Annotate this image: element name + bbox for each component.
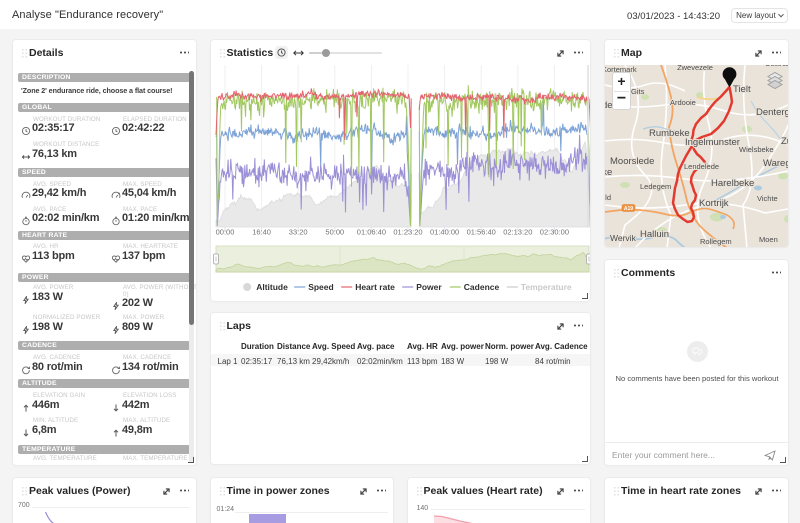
svg-text:02:13:20: 02:13:20 — [503, 228, 532, 237]
svg-text:Gits: Gits — [631, 87, 645, 96]
svg-text:Kortrijk: Kortrijk — [699, 198, 729, 209]
svg-text:Rumbeke: Rumbeke — [649, 128, 690, 139]
svg-text:eke: eke — [605, 167, 612, 178]
svg-text:Power: Power — [416, 282, 442, 292]
svg-text:Ingelmunster: Ingelmunster — [685, 137, 740, 148]
svg-text:A19: A19 — [624, 206, 633, 212]
svg-text:Wielsbeke: Wielsbeke — [739, 145, 774, 154]
svg-text:Halluin: Halluin — [640, 229, 669, 240]
svg-text:Altitude: Altitude — [256, 282, 288, 292]
svg-text:Oostrozebe: Oostrozebe — [765, 65, 788, 68]
svg-text:Temperature: Temperature — [520, 282, 571, 292]
svg-text:50:00: 50:00 — [325, 228, 344, 237]
svg-text:Ardooie: Ardooie — [670, 98, 696, 107]
svg-text:Zwevezele: Zwevezele — [677, 65, 713, 72]
svg-text:00:00: 00:00 — [215, 228, 234, 237]
svg-text:01:40:00: 01:40:00 — [429, 228, 458, 237]
svg-text:Zulte: Zulte — [781, 136, 788, 147]
svg-text:01:06:40: 01:06:40 — [356, 228, 385, 237]
svg-text:Dentergem: Dentergem — [756, 107, 788, 118]
svg-text:Heart rate: Heart rate — [355, 282, 395, 292]
svg-text:Wervik: Wervik — [610, 233, 637, 243]
svg-text:Harelbeke: Harelbeke — [711, 178, 754, 189]
svg-text:16:40: 16:40 — [252, 228, 271, 237]
svg-text:eld: eld — [605, 193, 611, 202]
svg-text:Speed: Speed — [308, 282, 334, 292]
svg-text:Moorslede: Moorslede — [610, 156, 654, 167]
svg-text:02:30:00: 02:30:00 — [539, 228, 568, 237]
svg-text:Lendelede: Lendelede — [684, 162, 719, 171]
svg-text:Cadence: Cadence — [463, 282, 499, 292]
svg-text:Vichte: Vichte — [757, 194, 778, 203]
svg-text:Moen: Moen — [759, 235, 778, 244]
svg-text:Rollegem: Rollegem — [700, 237, 732, 246]
svg-text:33:20: 33:20 — [288, 228, 307, 237]
svg-text:01:23:20: 01:23:20 — [393, 228, 422, 237]
svg-text:Tielt: Tielt — [733, 84, 751, 95]
svg-text:Waregem: Waregem — [763, 158, 788, 169]
svg-text:Ledegem: Ledegem — [640, 182, 671, 191]
svg-text:01:56:40: 01:56:40 — [466, 228, 495, 237]
